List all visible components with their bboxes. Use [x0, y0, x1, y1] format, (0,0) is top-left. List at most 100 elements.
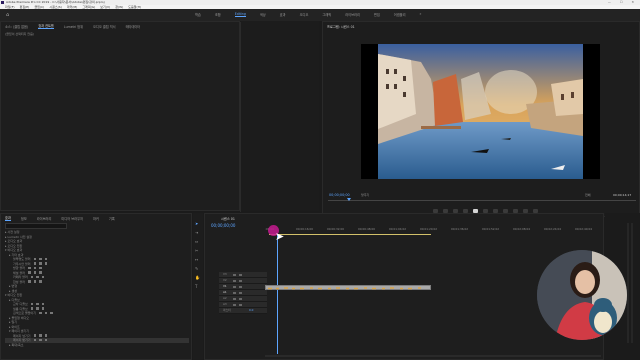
panel-tab[interactable]: 효과: [5, 215, 11, 221]
panel-tab[interactable]: 오디오 클립 믹서: [93, 24, 116, 29]
type-tool-icon[interactable]: T: [195, 284, 200, 289]
tree-item[interactable]: ▸ 확대/축소: [5, 343, 189, 348]
audio-waveform: [268, 287, 421, 290]
program-duration: 00;00;14;17: [613, 193, 632, 197]
program-timecode[interactable]: 00;00;00;00: [329, 193, 350, 197]
track-label[interactable]: A2: [223, 296, 227, 301]
badge-icon: [39, 338, 42, 341]
eye-icon[interactable]: [239, 303, 242, 306]
badge-icon: [39, 271, 42, 274]
track-select-tool-icon[interactable]: ⇥: [195, 230, 200, 235]
home-icon[interactable]: ⌂: [6, 12, 9, 18]
badge-icon: [44, 262, 48, 265]
fit-dropdown[interactable]: 맞추기: [361, 193, 369, 197]
no-clip-message: (클립이 선택되지 않음): [5, 32, 35, 36]
ripple-edit-tool-icon[interactable]: ⇔: [195, 239, 200, 244]
tree-item-label: 필름 디졸브: [13, 306, 28, 311]
work-area-bar[interactable]: [269, 234, 431, 236]
panel-tab[interactable]: 미디어 브라우저: [61, 216, 83, 221]
badge-icon: [39, 280, 42, 283]
eye-icon[interactable]: [239, 297, 242, 300]
video-frame: [361, 44, 600, 179]
effect-controls-tabs: 소스: (클립 없음) 효과 컨트롤 Lumetri 범위 오디오 클립 믹서 메타데이…: [1, 22, 239, 30]
panel-tab[interactable]: 효과 컨트롤: [38, 23, 54, 29]
ruler-tick: 00;01;52;02: [482, 227, 500, 231]
badge-icon: [44, 334, 48, 337]
workspace-tab[interactable]: 편집: [374, 12, 380, 17]
tree-item-label: ▸ 오디오 전환: [5, 243, 23, 248]
eye-icon[interactable]: [239, 285, 242, 288]
selection-tool-icon[interactable]: ➤: [195, 221, 200, 226]
panel-tab[interactable]: 라이브러리: [37, 216, 52, 221]
tree-item-label: 방향 블러: [13, 266, 25, 270]
tree-item-label: ▸ Lumetri 사전 설정: [5, 234, 32, 239]
workspace-tab[interactable]: 그래픽: [322, 12, 331, 17]
timeline-scrollbar[interactable]: [265, 355, 601, 357]
panel-tab[interactable]: 마커: [93, 216, 99, 221]
track-label[interactable]: V1: [223, 284, 227, 289]
panel-tab[interactable]: 메타데이터: [126, 24, 141, 29]
tree-item-label: 흰색으로 물들이기: [13, 311, 37, 315]
panel-tab[interactable]: 소스: (클립 없음): [5, 24, 28, 29]
workspace-tab[interactable]: 색상: [260, 12, 266, 17]
effects-panel: 효과 정보 라이브러리 미디어 브라우저 마커 기록 ▸ 사전 설정 ▸ Lumetri 사…: [0, 213, 192, 360]
scrub-playhead-icon[interactable]: [347, 198, 351, 201]
effects-tree: ▸ 사전 설정 ▸ Lumetri 사전 설정 ▸ 오디오 효과 ▸ 오디오 전환 ▾ …: [5, 230, 189, 347]
track-label[interactable]: A1: [223, 290, 227, 295]
lock-icon[interactable]: [233, 297, 236, 300]
badge-icon: [41, 275, 45, 278]
badge-icon: [39, 334, 42, 337]
timeline-timecode[interactable]: 00;00;00;00: [211, 223, 235, 228]
workspace-tab[interactable]: Editing: [234, 12, 246, 17]
ruler-tick: 00;00;48;00: [358, 227, 376, 231]
tree-item-label: 합성 블러: [13, 279, 25, 284]
audio-clip[interactable]: [265, 285, 431, 290]
slip-tool-icon[interactable]: ↔: [195, 257, 200, 262]
hand-tool-icon[interactable]: ✋: [195, 275, 200, 280]
lock-icon[interactable]: [233, 279, 236, 282]
time-ruler[interactable]: :00;0000;00;16;0000;00;32;0000;00;48;000…: [265, 227, 605, 233]
scrub-bar[interactable]: [328, 200, 636, 201]
eye-icon[interactable]: [239, 279, 242, 282]
panel-tab[interactable]: 정보: [21, 216, 27, 221]
badge-icon: [36, 302, 39, 305]
panel-tab[interactable]: Lumetri 범위: [64, 24, 83, 29]
track-label[interactable]: V2: [223, 278, 227, 283]
lock-icon[interactable]: [233, 273, 236, 276]
badge-icon: [44, 338, 48, 341]
eye-icon[interactable]: [239, 273, 242, 276]
tree-item-label: ▸ 기타 효과: [9, 252, 24, 257]
workspace-tab[interactable]: 조합: [215, 12, 221, 17]
search-input[interactable]: [5, 223, 67, 229]
badge-icon: [30, 275, 34, 278]
razor-tool-icon[interactable]: ✂: [195, 248, 200, 253]
timeline-tab[interactable]: 시퀀스 01: [221, 216, 235, 221]
lock-icon[interactable]: [233, 303, 236, 306]
quality-dropdown[interactable]: 전체: [585, 193, 591, 197]
master-volume[interactable]: 0.0: [249, 308, 253, 313]
workspace-tab[interactable]: 오디오: [300, 12, 309, 17]
tree-item-label: ▾ 비디오 전환: [5, 293, 23, 297]
track-label[interactable]: A3: [223, 302, 227, 307]
badge-icon: [33, 266, 36, 269]
lock-icon[interactable]: [233, 285, 236, 288]
badge-icon: [30, 307, 34, 310]
workspace-tab[interactable]: »: [420, 12, 422, 17]
track-label[interactable]: 마스터: [223, 308, 231, 313]
workspace-tab[interactable]: 효과: [280, 12, 286, 17]
badge-icon: [30, 302, 34, 305]
eye-icon[interactable]: [239, 291, 242, 294]
pen-tool-icon[interactable]: ✎: [195, 266, 200, 271]
badge-icon: [36, 307, 39, 310]
workspace-tab[interactable]: 어셈블리: [394, 12, 406, 17]
workspace-tab[interactable]: 라이브러리: [345, 12, 360, 17]
tree-item-label: 채널 블러: [13, 270, 25, 275]
badge-icon: [33, 257, 37, 260]
lock-icon[interactable]: [233, 291, 236, 294]
panel-tab[interactable]: 기록: [109, 216, 115, 221]
track-label[interactable]: V3: [223, 272, 227, 277]
badge-icon: [39, 311, 42, 314]
workspace-tab[interactable]: 학습: [195, 12, 201, 17]
badge-icon: [39, 257, 42, 260]
badge-icon: [39, 262, 42, 265]
